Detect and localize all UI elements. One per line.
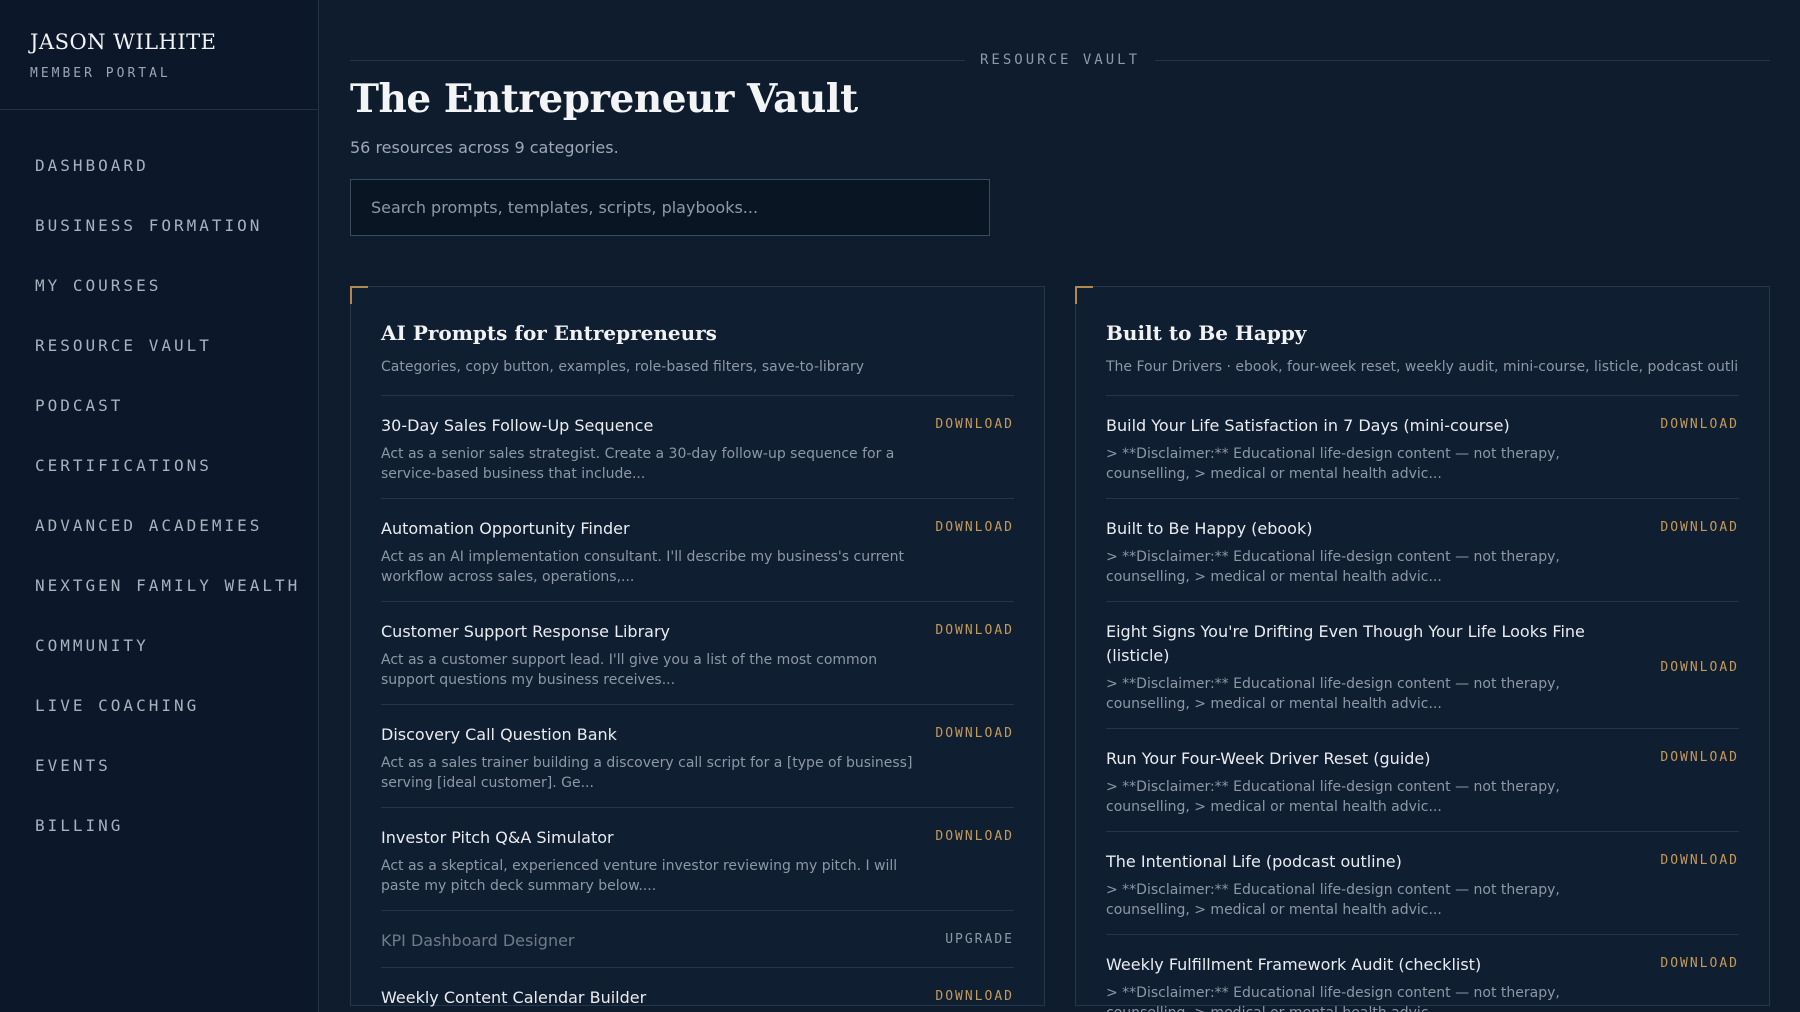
- resource-item: Discovery Call Question Bank Act as a sa…: [381, 705, 1014, 808]
- download-button[interactable]: DOWNLOAD: [1660, 660, 1739, 675]
- resource-title[interactable]: Automation Opportunity Finder: [381, 517, 915, 541]
- resource-description: > **Disclaimer:** Educational life-desig…: [1106, 676, 1560, 712]
- nav-item-live-coaching[interactable]: LIVE COACHING: [0, 676, 318, 736]
- nav-item-my-courses[interactable]: MY COURSES: [0, 256, 318, 316]
- download-button[interactable]: DOWNLOAD: [1660, 747, 1739, 817]
- nav-item-nextgen-family-wealth[interactable]: NEXTGEN FAMILY WEALTH: [0, 556, 318, 616]
- category-card: Built to Be Happy The Four Drivers · ebo…: [1075, 286, 1770, 1012]
- brand: JASON WILHITE MEMBER PORTAL: [0, 0, 318, 110]
- resource-title[interactable]: Discovery Call Question Bank: [381, 723, 915, 747]
- nav-item-community[interactable]: COMMUNITY: [0, 616, 318, 676]
- resource-item: Investor Pitch Q&A Simulator Act as a sk…: [381, 808, 1014, 911]
- divider: [1155, 59, 1771, 61]
- resource-description: > **Disclaimer:** Educational life-desig…: [1106, 549, 1560, 585]
- resource-description: Act as a sales trainer building a discov…: [381, 755, 913, 791]
- category-card: AI Prompts for Entrepreneurs Categories,…: [350, 286, 1045, 1007]
- card-title: AI Prompts for Entrepreneurs: [381, 321, 717, 345]
- resource-description: > **Disclaimer:** Educational life-desig…: [1106, 446, 1560, 482]
- eyebrow-row: RESOURCE VAULT: [350, 52, 1771, 68]
- download-button[interactable]: DOWNLOAD: [935, 723, 1014, 793]
- section-eyebrow: RESOURCE VAULT: [980, 52, 1141, 68]
- resource-item: Build Your Life Satisfaction in 7 Days (…: [1106, 396, 1739, 499]
- sidebar-nav: DASHBOARD BUSINESS FORMATION MY COURSES …: [0, 110, 318, 856]
- resource-description: > **Disclaimer:** Educational life-desig…: [1106, 882, 1560, 918]
- resource-title[interactable]: Customer Support Response Library: [381, 620, 915, 644]
- nav-item-podcast[interactable]: PODCAST: [0, 376, 318, 436]
- card-description: Categories, copy button, examples, role-…: [381, 359, 1014, 396]
- resource-title[interactable]: 30-Day Sales Follow-Up Sequence: [381, 414, 915, 438]
- download-button[interactable]: DOWNLOAD: [1660, 517, 1739, 587]
- resource-title[interactable]: Weekly Content Calendar Builder: [381, 986, 915, 1010]
- download-button[interactable]: DOWNLOAD: [1660, 414, 1739, 484]
- nav-item-events[interactable]: EVENTS: [0, 736, 318, 796]
- resource-title[interactable]: Eight Signs You're Drifting Even Though …: [1106, 620, 1640, 668]
- resource-item: 30-Day Sales Follow-Up Sequence Act as a…: [381, 396, 1014, 499]
- main-content: RESOURCE VAULT The Entrepreneur Vault 56…: [319, 0, 1800, 1012]
- page-title: The Entrepreneur Vault: [350, 76, 858, 122]
- app-shell: JASON WILHITE MEMBER PORTAL DASHBOARD BU…: [0, 0, 1800, 1012]
- resource-item: The Intentional Life (podcast outline) >…: [1106, 832, 1739, 935]
- nav-item-certifications[interactable]: CERTIFICATIONS: [0, 436, 318, 496]
- divider: [350, 59, 965, 61]
- resource-title[interactable]: Investor Pitch Q&A Simulator: [381, 826, 915, 850]
- resource-description: > **Disclaimer:** Educational life-desig…: [1106, 985, 1560, 1012]
- upgrade-button[interactable]: UPGRADE: [945, 929, 1014, 953]
- resource-title[interactable]: KPI Dashboard Designer: [381, 929, 925, 953]
- resource-description: Act as a senior sales strategist. Create…: [381, 446, 895, 482]
- card-grid: AI Prompts for Entrepreneurs Categories,…: [350, 286, 1770, 1012]
- download-button[interactable]: DOWNLOAD: [935, 986, 1014, 1010]
- nav-item-dashboard[interactable]: DASHBOARD: [0, 136, 318, 196]
- nav-item-resource-vault[interactable]: RESOURCE VAULT: [0, 316, 318, 376]
- resource-description: > **Disclaimer:** Educational life-desig…: [1106, 779, 1560, 815]
- page-subtitle: 56 resources across 9 categories.: [350, 138, 619, 157]
- nav-item-business-formation[interactable]: BUSINESS FORMATION: [0, 196, 318, 256]
- download-button[interactable]: DOWNLOAD: [935, 826, 1014, 896]
- card-title: Built to Be Happy: [1106, 321, 1307, 345]
- resource-description: Act as a customer support lead. I'll giv…: [381, 652, 878, 688]
- resource-title[interactable]: Run Your Four-Week Driver Reset (guide): [1106, 747, 1640, 771]
- resource-item: Weekly Content Calendar Builder DOWNLOAD: [381, 968, 1014, 1012]
- card-description: The Four Drivers · ebook, four-week rese…: [1106, 359, 1739, 396]
- resource-item: Eight Signs You're Drifting Even Though …: [1106, 602, 1739, 729]
- resource-item-locked: KPI Dashboard Designer UPGRADE: [381, 911, 1014, 968]
- resource-title[interactable]: Built to Be Happy (ebook): [1106, 517, 1640, 541]
- resource-item: Weekly Fulfillment Framework Audit (chec…: [1106, 935, 1739, 1012]
- resource-title[interactable]: Build Your Life Satisfaction in 7 Days (…: [1106, 414, 1640, 438]
- sidebar: JASON WILHITE MEMBER PORTAL DASHBOARD BU…: [0, 0, 319, 1012]
- resource-item: Built to Be Happy (ebook) > **Disclaimer…: [1106, 499, 1739, 602]
- resource-title[interactable]: The Intentional Life (podcast outline): [1106, 850, 1640, 874]
- brand-subtitle: MEMBER PORTAL: [30, 66, 171, 81]
- resource-description: Act as an AI implementation consultant. …: [381, 549, 905, 585]
- resource-description: Act as a skeptical, experienced venture …: [381, 858, 898, 894]
- download-button[interactable]: DOWNLOAD: [935, 414, 1014, 484]
- search-input[interactable]: [350, 179, 990, 236]
- resource-item: Run Your Four-Week Driver Reset (guide) …: [1106, 729, 1739, 832]
- resource-item: Customer Support Response Library Act as…: [381, 602, 1014, 705]
- resource-item: Automation Opportunity Finder Act as an …: [381, 499, 1014, 602]
- download-button[interactable]: DOWNLOAD: [935, 620, 1014, 690]
- download-button[interactable]: DOWNLOAD: [935, 517, 1014, 587]
- brand-name[interactable]: JASON WILHITE: [30, 30, 288, 54]
- download-button[interactable]: DOWNLOAD: [1660, 953, 1739, 1012]
- download-button[interactable]: DOWNLOAD: [1660, 850, 1739, 920]
- resource-title[interactable]: Weekly Fulfillment Framework Audit (chec…: [1106, 953, 1640, 977]
- nav-item-advanced-academies[interactable]: ADVANCED ACADEMIES: [0, 496, 318, 556]
- nav-item-billing[interactable]: BILLING: [0, 796, 318, 856]
